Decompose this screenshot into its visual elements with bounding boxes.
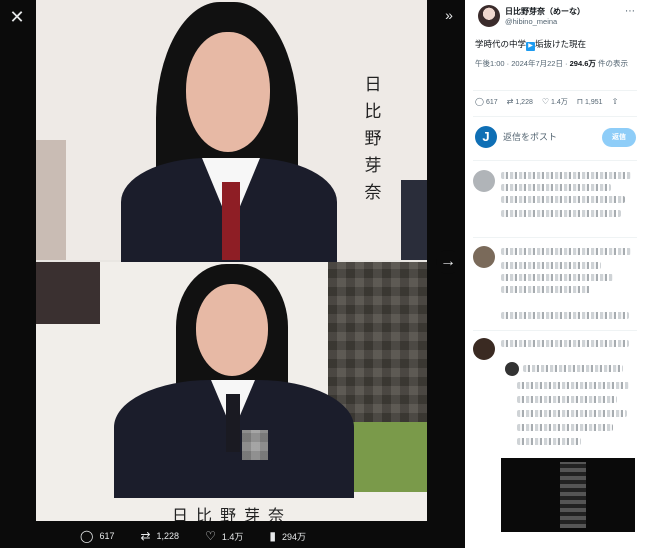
author-handle[interactable]: @hibino_meina	[505, 17, 557, 26]
blurred-text	[517, 396, 617, 403]
divider	[473, 237, 637, 238]
views-action[interactable]: ▮ 294万	[269, 529, 306, 543]
face	[196, 284, 268, 376]
divider	[473, 116, 637, 117]
blurred-text	[517, 424, 613, 431]
divider	[473, 160, 637, 161]
blurred-text	[517, 410, 627, 417]
author-avatar[interactable]	[478, 5, 500, 27]
blurred-text	[501, 184, 611, 191]
repost-icon: ⇄	[506, 97, 514, 106]
mosaic-badge	[242, 430, 268, 460]
next-arrow-icon[interactable]: →	[436, 250, 460, 274]
repost-icon: ⇄	[140, 529, 151, 543]
play-emoji-icon: ▶	[526, 42, 536, 51]
tweet-stats: ◯ 617 ⇄ 1,228 ♡ 1.4万 ⊓ 1,951 ⇧	[475, 97, 620, 107]
heart-icon: ♡	[541, 97, 550, 106]
reply-input[interactable]: 返信をポスト	[503, 130, 557, 143]
photo-neighbor-right	[401, 180, 427, 260]
blurred-text	[501, 262, 601, 269]
mosaic-neighbor	[328, 262, 427, 422]
share-icon[interactable]: ⇧	[612, 97, 621, 107]
blurred-text	[501, 312, 629, 319]
horizontal-name-label: 日比野芽奈	[172, 506, 293, 521]
tweet-panel: 日比野芽奈（めーな） @hibino_meina ⋯ 学時代の中学 ▶ 垢抜けた現在…	[465, 0, 645, 548]
tweet-text: 学時代の中学 ▶ 垢抜けた現在	[475, 39, 587, 51]
yearbook-photo: 日 比 野 芽 奈 日比野芽奈	[36, 0, 427, 521]
vertical-name-label: 日 比 野 芽 奈	[364, 75, 382, 203]
reply-button[interactable]: 返信	[602, 128, 636, 147]
views-icon: ▮	[269, 529, 276, 543]
blurred-text	[501, 248, 631, 255]
blurred-text	[501, 286, 591, 293]
blurred-text	[523, 365, 623, 372]
dark-tie	[226, 394, 240, 452]
reply-avatar	[473, 170, 495, 192]
photo-neighbor-left	[36, 140, 66, 260]
heart-icon: ♡	[205, 529, 216, 543]
blurred-media-figure	[560, 462, 586, 528]
reply-stat[interactable]: ◯ 617	[475, 97, 498, 107]
close-icon[interactable]: ✕	[4, 4, 30, 30]
reply-icon: ◯	[475, 97, 484, 106]
photo-neighbor-left	[36, 262, 100, 324]
like-stat[interactable]: ♡ 1.4万	[542, 97, 568, 107]
photo-top-middle-school: 日 比 野 芽 奈	[36, 0, 427, 268]
media-action-bar: ◯ 617 ⇄ 1,228 ♡ 1.4万 ▮ 294万	[80, 526, 306, 546]
quoted-avatar	[505, 362, 519, 376]
blurred-text	[501, 274, 613, 281]
blurred-text	[517, 438, 581, 445]
blurred-text	[501, 340, 629, 347]
face	[186, 32, 270, 152]
reply-avatar	[473, 246, 495, 268]
photo-bottom-current: 日比野芽奈	[36, 262, 427, 521]
red-tie	[222, 182, 240, 260]
reply-icon: ◯	[80, 529, 94, 543]
bookmark-icon: ⊓	[576, 97, 584, 106]
author-name[interactable]: 日比野芽奈（めーな）	[505, 6, 585, 17]
user-avatar: J	[475, 126, 497, 148]
blurred-text	[501, 196, 625, 203]
tweet-meta: 午後1:00 · 2024年7月22日 · 294.6万 件の表示	[475, 59, 628, 68]
reply-composer: J 返信をポスト 返信	[473, 124, 637, 150]
blurred-text	[517, 382, 629, 389]
divider	[473, 330, 637, 331]
like-action[interactable]: ♡ 1.4万	[205, 529, 243, 543]
blurred-text	[501, 210, 621, 217]
media-viewer: ✕ » 日 比 野 芽 奈 日比野芽奈 → ◯ 617 ⇄ 1,228 ♡ 1.…	[0, 0, 465, 548]
reply-avatar	[473, 338, 495, 360]
reply-action[interactable]: ◯ 617	[80, 529, 114, 543]
more-icon[interactable]: ⋯	[625, 6, 635, 17]
repost-action[interactable]: ⇄ 1,228	[140, 529, 179, 543]
blurred-text	[501, 172, 631, 179]
divider	[473, 90, 637, 91]
repost-stat[interactable]: ⇄ 1,228	[507, 97, 533, 107]
expand-panel-icon[interactable]: »	[438, 4, 460, 26]
bookmark-stat[interactable]: ⊓ 1,951	[577, 97, 603, 107]
